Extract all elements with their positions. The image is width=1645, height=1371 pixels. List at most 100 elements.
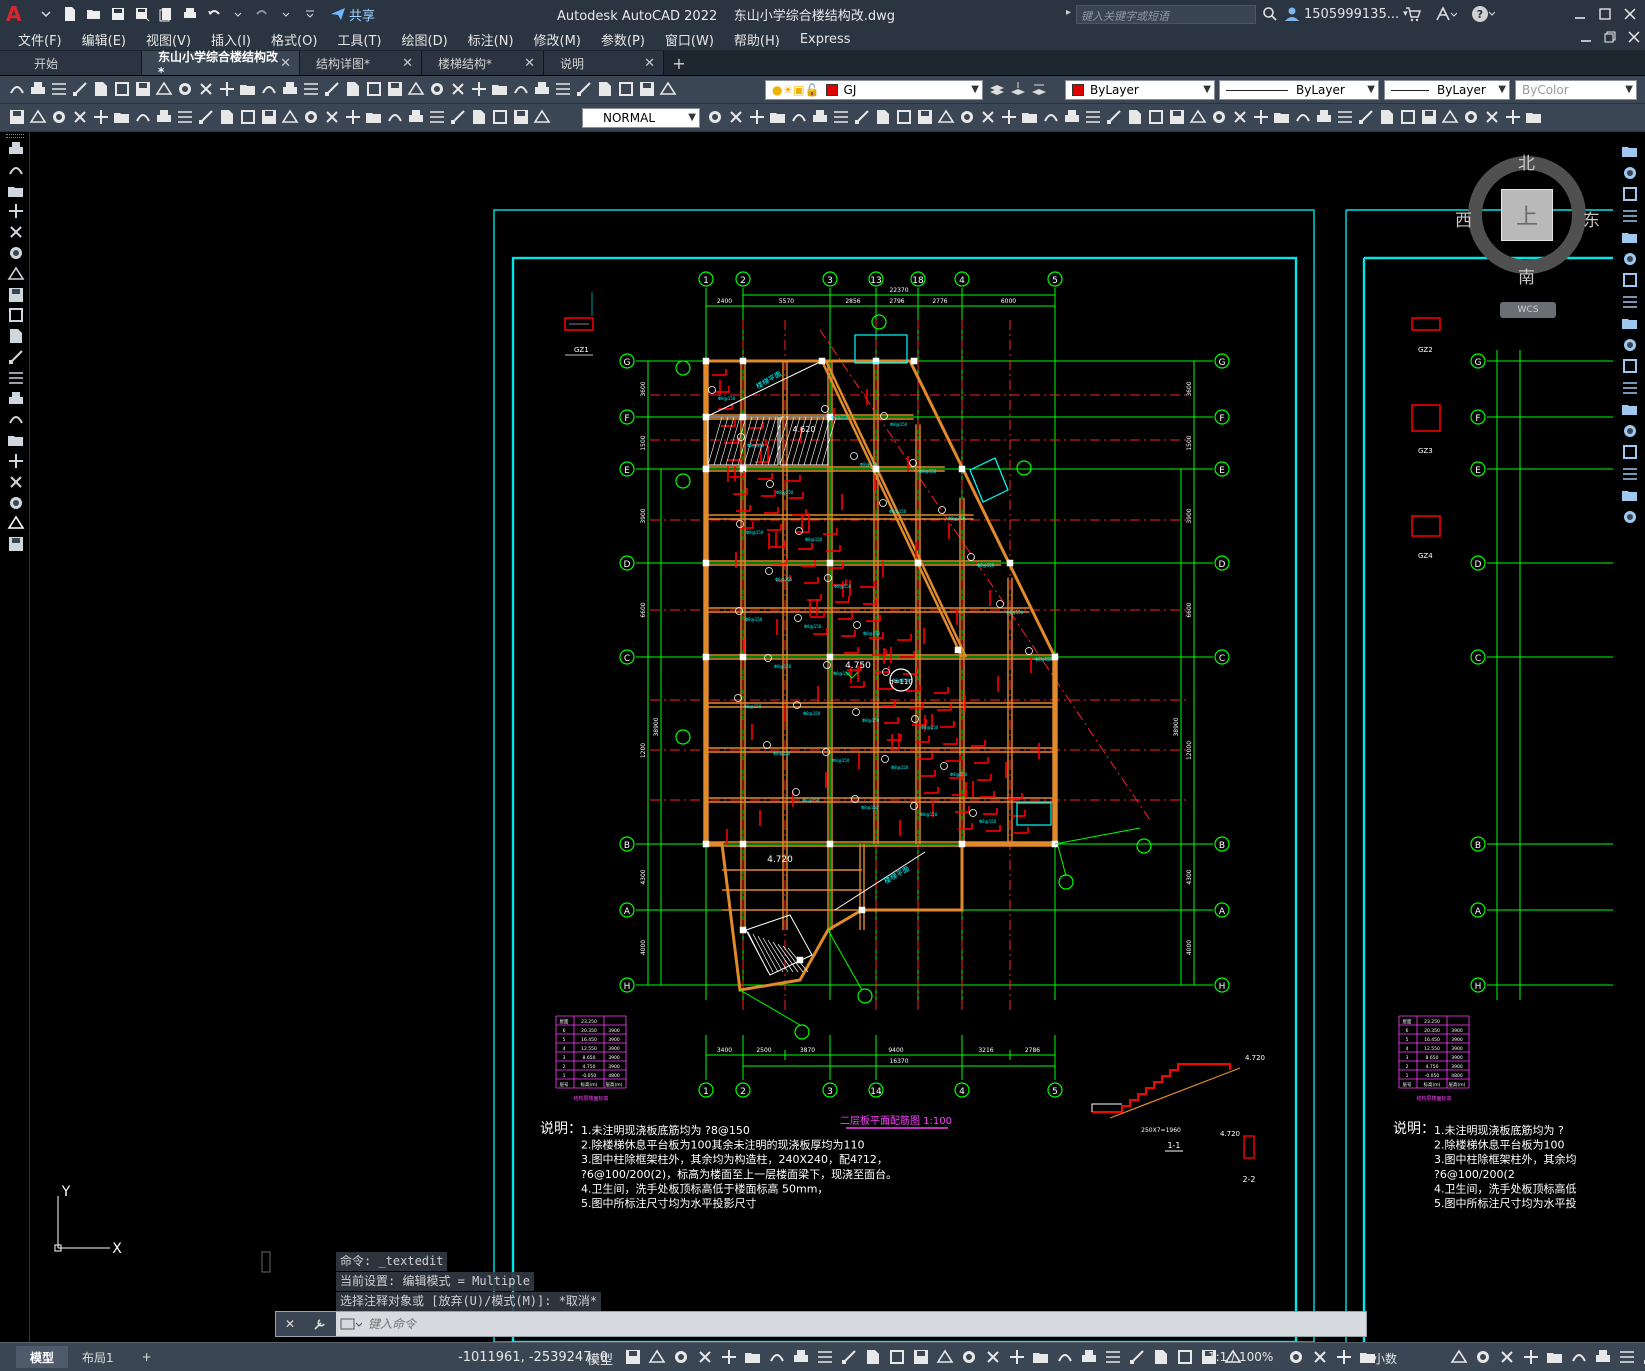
dynamic-ucs-icon[interactable] [936,1348,954,1366]
close-icon[interactable] [1620,4,1640,24]
print-icon[interactable] [575,80,593,98]
lock-ui-icon[interactable] [1474,1348,1492,1366]
break-at-point-icon[interactable] [1357,108,1375,126]
match-properties-icon[interactable] [197,80,215,98]
arc-length-icon[interactable] [50,108,68,126]
paste-icon[interactable] [176,80,194,98]
ortho-icon[interactable] [720,1348,738,1366]
array-icon[interactable] [790,108,808,126]
menu-parametric[interactable]: 参数(P) [593,30,657,49]
rotate-icon[interactable] [832,108,850,126]
join-icon[interactable] [958,108,976,126]
inspection-icon[interactable] [323,108,341,126]
dropdown-icon[interactable] [276,4,296,24]
linear-dim-icon[interactable] [428,108,446,126]
new-file-icon[interactable] [60,4,80,24]
object-snap-tracking-icon[interactable] [792,1348,810,1366]
publish-icon[interactable] [156,4,176,24]
point-icon[interactable] [7,410,25,428]
lineweight-combo[interactable]: ByLayer ▼ [1384,80,1510,100]
baseline-icon[interactable] [197,108,215,126]
dimstyle-combo[interactable]: NORMAL ▼ [582,108,700,128]
viewcube-west[interactable]: 西 [1455,206,1472,231]
add-layout-button[interactable]: + [128,1346,166,1368]
ordinate-icon[interactable] [71,108,89,126]
tab-notes[interactable]: 说明 ✕ [544,51,664,75]
undo-icon[interactable] [204,4,224,24]
block-icon[interactable] [1042,108,1060,126]
menu-modify[interactable]: 修改(M) [526,30,593,49]
rotate-icon[interactable] [1621,271,1639,289]
doc-minimize-icon[interactable] [1579,30,1593,44]
redo-icon[interactable] [239,80,257,98]
viewcube-top-face[interactable]: 上 [1501,189,1553,241]
cut-icon[interactable] [638,80,656,98]
drawing-canvas[interactable]: 1 2 3 13 18 4 5 1 2 3 4 14 5 G G F F E E D D C C B B A A H H G F E D C B A H… [31,132,1613,1344]
explode-icon[interactable] [1021,108,1039,126]
annotation-visibility-icon[interactable] [1008,1348,1026,1366]
viewcube[interactable]: 北 南 西 东 上 [1455,145,1600,288]
dynamic-input-icon[interactable] [1152,1348,1170,1366]
cut-icon[interactable] [134,80,152,98]
fillet-icon[interactable] [1000,108,1018,126]
isolate-objects-icon[interactable] [1498,1348,1516,1366]
spline-icon[interactable] [7,306,25,324]
jogged-icon[interactable] [113,108,131,126]
clean-screen-icon[interactable] [1546,1348,1564,1366]
plot-icon[interactable] [180,4,200,24]
space-icon[interactable] [239,108,257,126]
menu-view[interactable]: 视图(V) [138,30,203,49]
aligned-dim-icon[interactable] [29,108,47,126]
tab-main-drawing[interactable]: 东山小学综合楼结构改* ✕ [142,50,300,79]
selection-filter-icon[interactable] [960,1348,978,1366]
ellipse-arc-icon[interactable] [7,348,25,366]
graphics-performance-icon[interactable] [1522,1348,1540,1366]
lock-ui-icon[interactable] [1618,1348,1636,1366]
command-input[interactable] [368,1313,1366,1335]
stretch-icon[interactable] [874,108,892,126]
layer-properties-icon[interactable] [988,80,1006,98]
close-icon[interactable]: ✕ [644,56,655,71]
array-icon[interactable] [1210,108,1228,126]
new-tab-button[interactable]: + [664,51,694,75]
erase-icon[interactable] [1621,142,1639,160]
aligned-dim-icon[interactable] [449,108,467,126]
user-account[interactable]: 1505999135... ▾ [1284,6,1408,22]
object-snap-icon[interactable] [816,1348,834,1366]
grid-icon[interactable] [624,1348,642,1366]
command-prompt-icon[interactable] [340,1317,362,1331]
help-icon[interactable]: ? [1471,5,1495,23]
menu-draw[interactable]: 绘图(D) [394,30,460,49]
dim-update-icon[interactable] [407,108,425,126]
move-icon[interactable] [1231,108,1249,126]
make-block-icon[interactable] [7,390,25,408]
infer-constraints-icon[interactable] [1128,1348,1146,1366]
center-mark-icon[interactable] [302,108,320,126]
hatch-icon[interactable] [1084,108,1102,126]
zoom-realtime-icon[interactable] [281,80,299,98]
tab-stair-structure[interactable]: 楼梯结构* ✕ [422,51,544,75]
properties-icon[interactable] [344,80,362,98]
tab-start[interactable]: 开始 [0,51,142,75]
erase-icon[interactable] [706,108,724,126]
jogged-icon[interactable] [533,108,551,126]
plotstyle-combo[interactable]: ByColor ▼ [1515,80,1637,100]
array-icon[interactable] [1621,228,1639,246]
polygon-icon[interactable] [7,202,25,220]
redo-icon[interactable] [252,4,272,24]
viewcube-north[interactable]: 北 [1518,149,1535,174]
open-file-icon[interactable] [84,4,104,24]
autocad-logo-icon[interactable]: A [6,2,30,26]
erase-icon[interactable] [1126,108,1144,126]
extend-icon[interactable] [1336,108,1354,126]
offset-icon[interactable] [1189,108,1207,126]
offset-icon[interactable] [1621,207,1639,225]
publish-icon[interactable] [617,80,635,98]
multiline-text-icon[interactable] [7,514,25,532]
dimtext-edit-icon[interactable] [386,108,404,126]
menu-file[interactable]: 文件(F) [10,30,74,49]
mirror-icon[interactable] [1621,185,1639,203]
tab-structure-details[interactable]: 结构详图* ✕ [300,51,422,75]
menu-insert[interactable]: 插入(I) [203,30,263,49]
continue-icon[interactable] [218,108,236,126]
